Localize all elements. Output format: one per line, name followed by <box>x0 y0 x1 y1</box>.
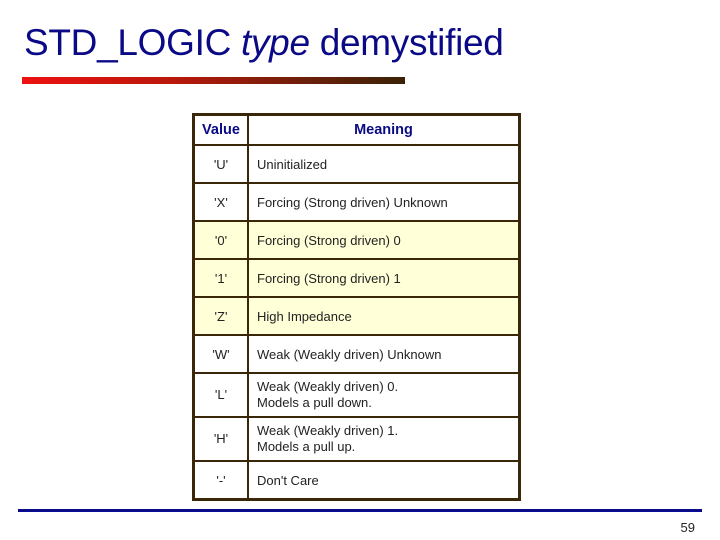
value-cell: 'X' <box>192 182 249 222</box>
column-header-value: Value <box>192 113 249 146</box>
meaning-cell: Forcing (Strong driven) 1 <box>247 258 521 298</box>
page-number: 59 <box>680 520 695 535</box>
table-header-row: Value Meaning <box>192 113 521 146</box>
table-row: 'L' Weak (Weakly driven) 0. Models a pull … <box>192 372 521 418</box>
std-logic-table: Value Meaning 'U' Uninitialized 'X' Forcing… <box>192 113 521 501</box>
value-cell: 'H' <box>192 416 249 462</box>
meaning-cell: Don't Care <box>247 460 521 501</box>
meaning-cell: Forcing (Strong driven) Unknown <box>247 182 521 222</box>
value-cell: 'U' <box>192 144 249 184</box>
table-row: '1' Forcing (Strong driven) 1 <box>192 258 521 298</box>
table-row: 'X' Forcing (Strong driven) Unknown <box>192 182 521 222</box>
title-emphasis: type <box>241 22 310 63</box>
meaning-line: Models a pull down. <box>257 395 372 410</box>
value-cell: 'W' <box>192 334 249 374</box>
meaning-line: Forcing (Strong driven) 1 <box>257 270 401 286</box>
meaning-line: Forcing (Strong driven) Unknown <box>257 194 448 210</box>
table-row: 'W' Weak (Weakly driven) Unknown <box>192 334 521 374</box>
table-row: '-' Don't Care <box>192 460 521 501</box>
column-header-meaning: Meaning <box>247 113 521 146</box>
meaning-line: Weak (Weakly driven) 1. <box>257 423 399 438</box>
meaning-cell: Weak (Weakly driven) 1. Models a pull up. <box>247 416 521 462</box>
footer-divider <box>18 509 702 512</box>
value-cell: '-' <box>192 460 249 501</box>
meaning-line: Models a pull up. <box>257 439 356 454</box>
meaning-line: Don't Care <box>257 472 319 488</box>
slide-title: STD_LOGIC type demystified <box>24 24 504 61</box>
table-row: 'H' Weak (Weakly driven) 1. Models a pull … <box>192 416 521 462</box>
meaning-cell: Weak (Weakly driven) 0. Models a pull dow… <box>247 372 521 418</box>
title-underline-bar <box>22 77 405 84</box>
value-cell: 'Z' <box>192 296 249 336</box>
value-cell: '0' <box>192 220 249 260</box>
meaning-line: Forcing (Strong driven) 0 <box>257 232 401 248</box>
meaning-cell: High Impedance <box>247 296 521 336</box>
title-text: STD_LOGIC <box>24 22 241 63</box>
meaning-line: Uninitialized <box>257 156 328 172</box>
table-row: 'Z' High Impedance <box>192 296 521 336</box>
meaning-cell: Forcing (Strong driven) 0 <box>247 220 521 260</box>
meaning-cell: Weak (Weakly driven) Unknown <box>247 334 521 374</box>
table-row: '0' Forcing (Strong driven) 0 <box>192 220 521 260</box>
meaning-line: Weak (Weakly driven) Unknown <box>257 346 442 362</box>
table-row: 'U' Uninitialized <box>192 144 521 184</box>
value-cell: 'L' <box>192 372 249 418</box>
title-text-end: demystified <box>309 22 504 63</box>
meaning-cell: Uninitialized <box>247 144 521 184</box>
value-cell: '1' <box>192 258 249 298</box>
meaning-line: High Impedance <box>257 308 352 324</box>
meaning-line: Weak (Weakly driven) 0. <box>257 379 399 394</box>
